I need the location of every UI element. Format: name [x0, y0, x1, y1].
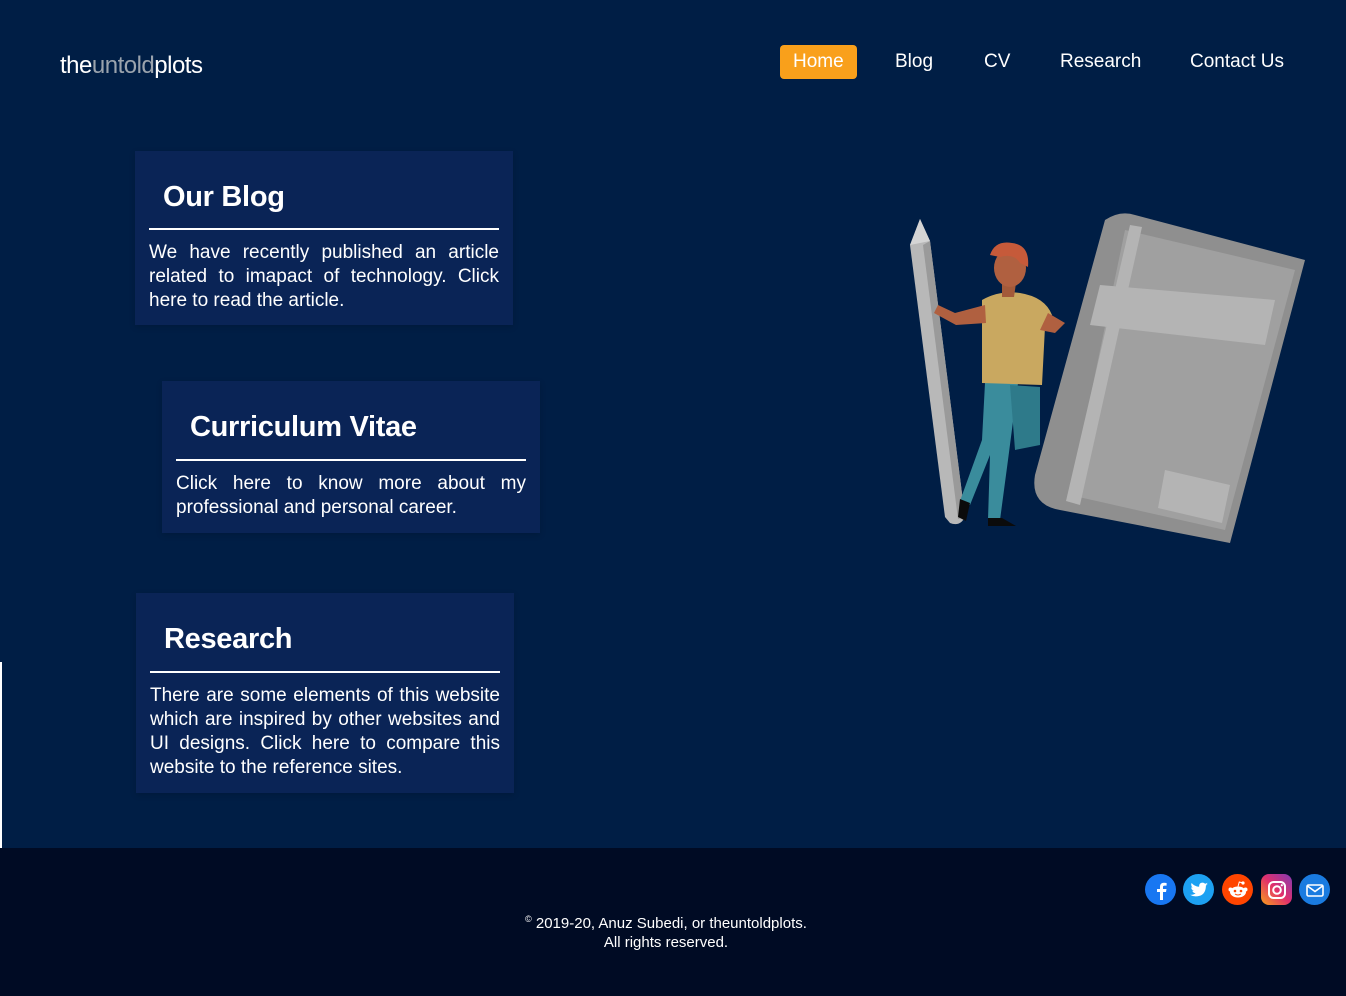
card-research-title: Research	[164, 623, 293, 655]
logo-part-the: the	[60, 52, 92, 79]
twitter-icon[interactable]	[1183, 874, 1214, 905]
copyright-main: 2019-20, Anuz Subedi, or theuntoldplots.	[535, 915, 807, 932]
site-footer: © 2019-20, Anuz Subedi, or theuntoldplot…	[0, 848, 1346, 996]
card-research-text: There are some elements of this website …	[150, 685, 500, 778]
email-icon[interactable]	[1299, 874, 1330, 905]
card-cv[interactable]: Curriculum Vitae Click here to know more…	[162, 381, 540, 533]
left-edge-line	[0, 662, 2, 848]
card-cv-title: Curriculum Vitae	[190, 411, 417, 443]
reddit-icon[interactable]	[1222, 874, 1253, 905]
logo-part-plots: plots	[154, 52, 203, 79]
facebook-icon[interactable]	[1145, 874, 1176, 905]
site-logo[interactable]: theuntoldplots	[60, 52, 203, 80]
nav-home[interactable]: Home	[780, 45, 857, 79]
nav-blog[interactable]: Blog	[895, 45, 933, 79]
pencil-shape	[910, 219, 965, 525]
nav-cv[interactable]: CV	[984, 45, 1010, 79]
card-blog-divider	[149, 228, 499, 230]
card-research-divider	[150, 671, 500, 673]
copyright-text: © 2019-20, Anuz Subedi, or theuntoldplot…	[0, 910, 1332, 952]
card-blog-title: Our Blog	[163, 181, 285, 213]
copyright-symbol: ©	[525, 914, 532, 924]
logo-part-untold: untold	[91, 52, 155, 79]
card-cv-divider	[176, 459, 526, 461]
copyright-line-2: All rights reserved.	[603, 934, 729, 951]
nav-research[interactable]: Research	[1060, 45, 1141, 79]
card-research[interactable]: Research There are some elements of this…	[136, 593, 514, 793]
person-with-pencil-and-book-illustration	[910, 213, 1305, 544]
card-blog-text: We have recently published an article re…	[149, 242, 499, 311]
copyright-line-1: © 2019-20, Anuz Subedi, or theuntoldplot…	[0, 910, 1332, 933]
book-shape	[1034, 213, 1305, 544]
card-cv-text: Click here to know more about my profess…	[176, 473, 526, 518]
instagram-icon[interactable]	[1261, 874, 1292, 905]
card-blog[interactable]: Our Blog We have recently published an a…	[135, 151, 513, 325]
page: theuntoldplots Home Blog CV Research Con…	[0, 0, 1346, 996]
nav-contact-us[interactable]: Contact Us	[1190, 45, 1284, 79]
